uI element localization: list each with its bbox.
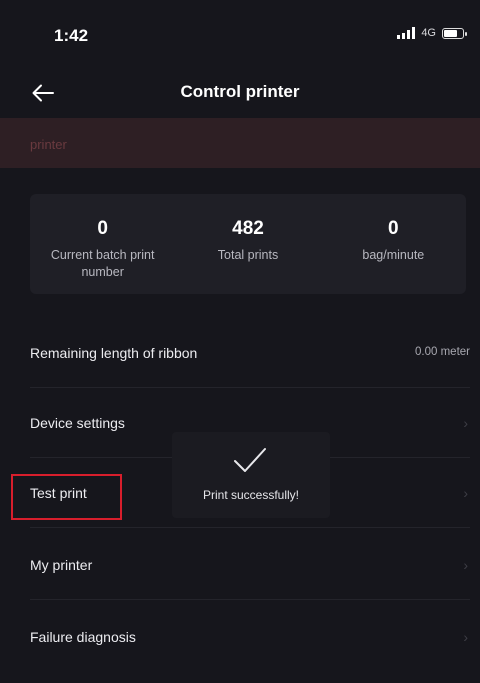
stat-value: 482 (232, 218, 264, 239)
success-toast: Print successfully! (172, 432, 330, 518)
failure-diagnosis-row[interactable]: Failure diagnosis › (30, 603, 470, 672)
checkmark-icon (234, 448, 266, 472)
battery-level (444, 29, 457, 37)
status-time: 1:42 (54, 26, 89, 45)
my-printer-label: My printer (30, 557, 93, 573)
stat-value: 0 (97, 218, 108, 239)
chevron-right-icon: › (463, 485, 468, 501)
test-print-label: Test print (30, 485, 87, 501)
stat-bag-per-minute: 0 bag/minute (321, 194, 466, 294)
printer-strip[interactable]: printer (0, 118, 480, 168)
nav-bar: Control printer (0, 70, 480, 118)
my-printer-row[interactable]: My printer › (30, 531, 470, 600)
printer-strip-label: printer (30, 137, 67, 152)
battery-icon (442, 27, 467, 39)
signal-icon (397, 27, 416, 39)
toast-message: Print successfully! (202, 488, 300, 502)
remaining-ribbon-label: Remaining length of ribbon (30, 345, 198, 361)
chevron-right-icon: › (463, 629, 468, 645)
stats-card: 0 Current batch print number 482 Total p… (30, 194, 466, 294)
stat-current-batch: 0 Current batch print number (30, 194, 175, 294)
stat-label: Total prints (217, 248, 279, 262)
stat-value: 0 (388, 218, 399, 239)
device-settings-label: Device settings (30, 415, 125, 431)
chevron-right-icon: › (463, 415, 468, 431)
stat-label: Current batch print number (50, 248, 155, 279)
status-icons: 4G (397, 27, 467, 39)
stat-label: bag/minute (362, 248, 425, 262)
status-bar: 1:42 4G (0, 0, 480, 70)
chevron-right-icon: › (463, 557, 468, 573)
stat-total-prints: 482 Total prints (175, 194, 320, 294)
failure-diagnosis-label: Failure diagnosis (30, 629, 136, 645)
remaining-ribbon-value: 0.00 meter (415, 346, 470, 358)
page-title: Control printer (180, 82, 300, 101)
remaining-ribbon-row: Remaining length of ribbon 0.00 meter (30, 319, 470, 388)
network-type: 4G (421, 27, 436, 39)
